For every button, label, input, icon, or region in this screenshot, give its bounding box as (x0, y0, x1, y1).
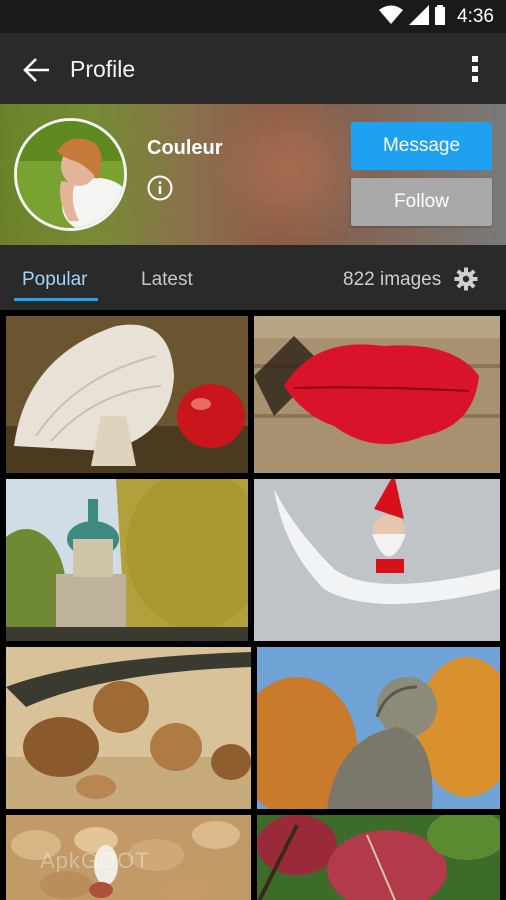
active-tab-indicator (14, 298, 98, 301)
grid-image-walnuts[interactable] (6, 647, 251, 809)
watermark: ApkGOOT (40, 848, 150, 873)
grid-image-domed-building[interactable] (6, 479, 248, 641)
grid-image-statue[interactable] (257, 647, 500, 809)
page-title: Profile (70, 56, 136, 82)
back-button[interactable] (22, 55, 52, 85)
message-button[interactable]: Message (351, 122, 492, 170)
tab-latest[interactable]: Latest (141, 269, 193, 291)
grid-image-autumn-leaves[interactable] (257, 815, 500, 900)
status-bar: 4:36 (0, 0, 506, 33)
battery-icon (435, 4, 446, 30)
grid-image-red-leaf[interactable] (254, 316, 500, 473)
image-grid (0, 310, 506, 900)
tab-popular[interactable]: Popular (22, 269, 88, 291)
overflow-menu-button[interactable] (470, 53, 480, 85)
wifi-icon (379, 5, 404, 30)
avatar[interactable] (14, 118, 127, 231)
gear-icon (454, 267, 478, 291)
status-icons: 4:36 (379, 4, 494, 30)
more-vert-icon (472, 56, 478, 82)
grid-image-mushroom[interactable] (6, 316, 248, 473)
status-time: 4:36 (457, 6, 494, 27)
info-icon[interactable] (147, 175, 173, 201)
grid-image-gnome[interactable] (254, 479, 500, 641)
app-bar: Profile (0, 33, 506, 104)
settings-button[interactable] (454, 267, 478, 291)
profile-name: Couleur (147, 137, 223, 159)
tabs-bar: Popular Latest 822 images (0, 245, 506, 310)
image-count: 822 images (343, 269, 442, 290)
signal-icon (409, 4, 430, 30)
follow-button[interactable]: Follow (351, 178, 492, 226)
arrow-left-icon (23, 58, 49, 82)
